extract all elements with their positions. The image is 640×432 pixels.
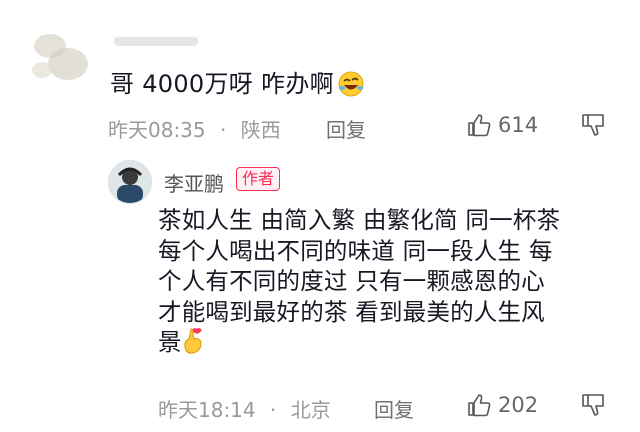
reply-location: 北京: [290, 398, 331, 422]
reply-button[interactable]: 回复: [326, 114, 366, 143]
comment-location: 陕西: [240, 118, 281, 142]
reply-time: 昨天18:14: [158, 398, 256, 422]
reply-meta: 昨天18:14 · 北京: [158, 394, 331, 423]
reply-text-line: 个人有不同的度过 只有一颗感恩的心: [158, 267, 545, 295]
thumbs-up-icon: [468, 114, 491, 137]
like-button[interactable]: 202: [466, 392, 538, 418]
rofl-emoji-icon: [338, 71, 364, 97]
comment-meta: 昨天08:35 · 陕西: [108, 114, 281, 143]
comment-text: 哥 4000万呀 咋办啊: [110, 64, 364, 99]
reply-button[interactable]: 回复: [374, 394, 414, 423]
reply-text-line: 每个人喝出不同的味道 同一段人生 每: [158, 236, 553, 265]
reply-text-line-last: 景: [158, 327, 618, 358]
meta-separator: ·: [220, 118, 227, 142]
avatar[interactable]: [108, 160, 152, 204]
reply-text-line: 茶如人生 由简入繁 由繁化简 同一杯茶: [158, 206, 561, 234]
thumbs-down-icon: [582, 394, 604, 416]
like-count: 202: [498, 393, 539, 417]
finger-heart-icon: [182, 327, 206, 355]
username[interactable]: 李亚鹏: [164, 168, 224, 197]
blurred-avatar[interactable]: [28, 28, 94, 86]
thumbs-down-icon: [582, 114, 604, 136]
reply-text-last-word: 景: [158, 328, 182, 356]
reply-text-line: 才能喝到最好的茶 看到最美的人生风: [158, 297, 545, 326]
like-count: 614: [498, 113, 539, 137]
like-button[interactable]: 614: [466, 112, 538, 138]
dislike-button[interactable]: [580, 112, 606, 144]
dislike-button[interactable]: [580, 392, 606, 424]
reply-text: 茶如人生 由简入繁 由繁化简 同一杯茶 每个人喝出不同的味道 同一段人生 每 个…: [158, 205, 618, 358]
thumbs-up-icon: [468, 394, 491, 417]
blurred-username[interactable]: [112, 30, 202, 52]
meta-separator: ·: [270, 398, 277, 422]
author-badge: 作者: [236, 167, 281, 191]
comment-time: 昨天08:35: [108, 118, 206, 142]
comment-text-content: 哥 4000万呀 咋办啊: [110, 70, 334, 98]
